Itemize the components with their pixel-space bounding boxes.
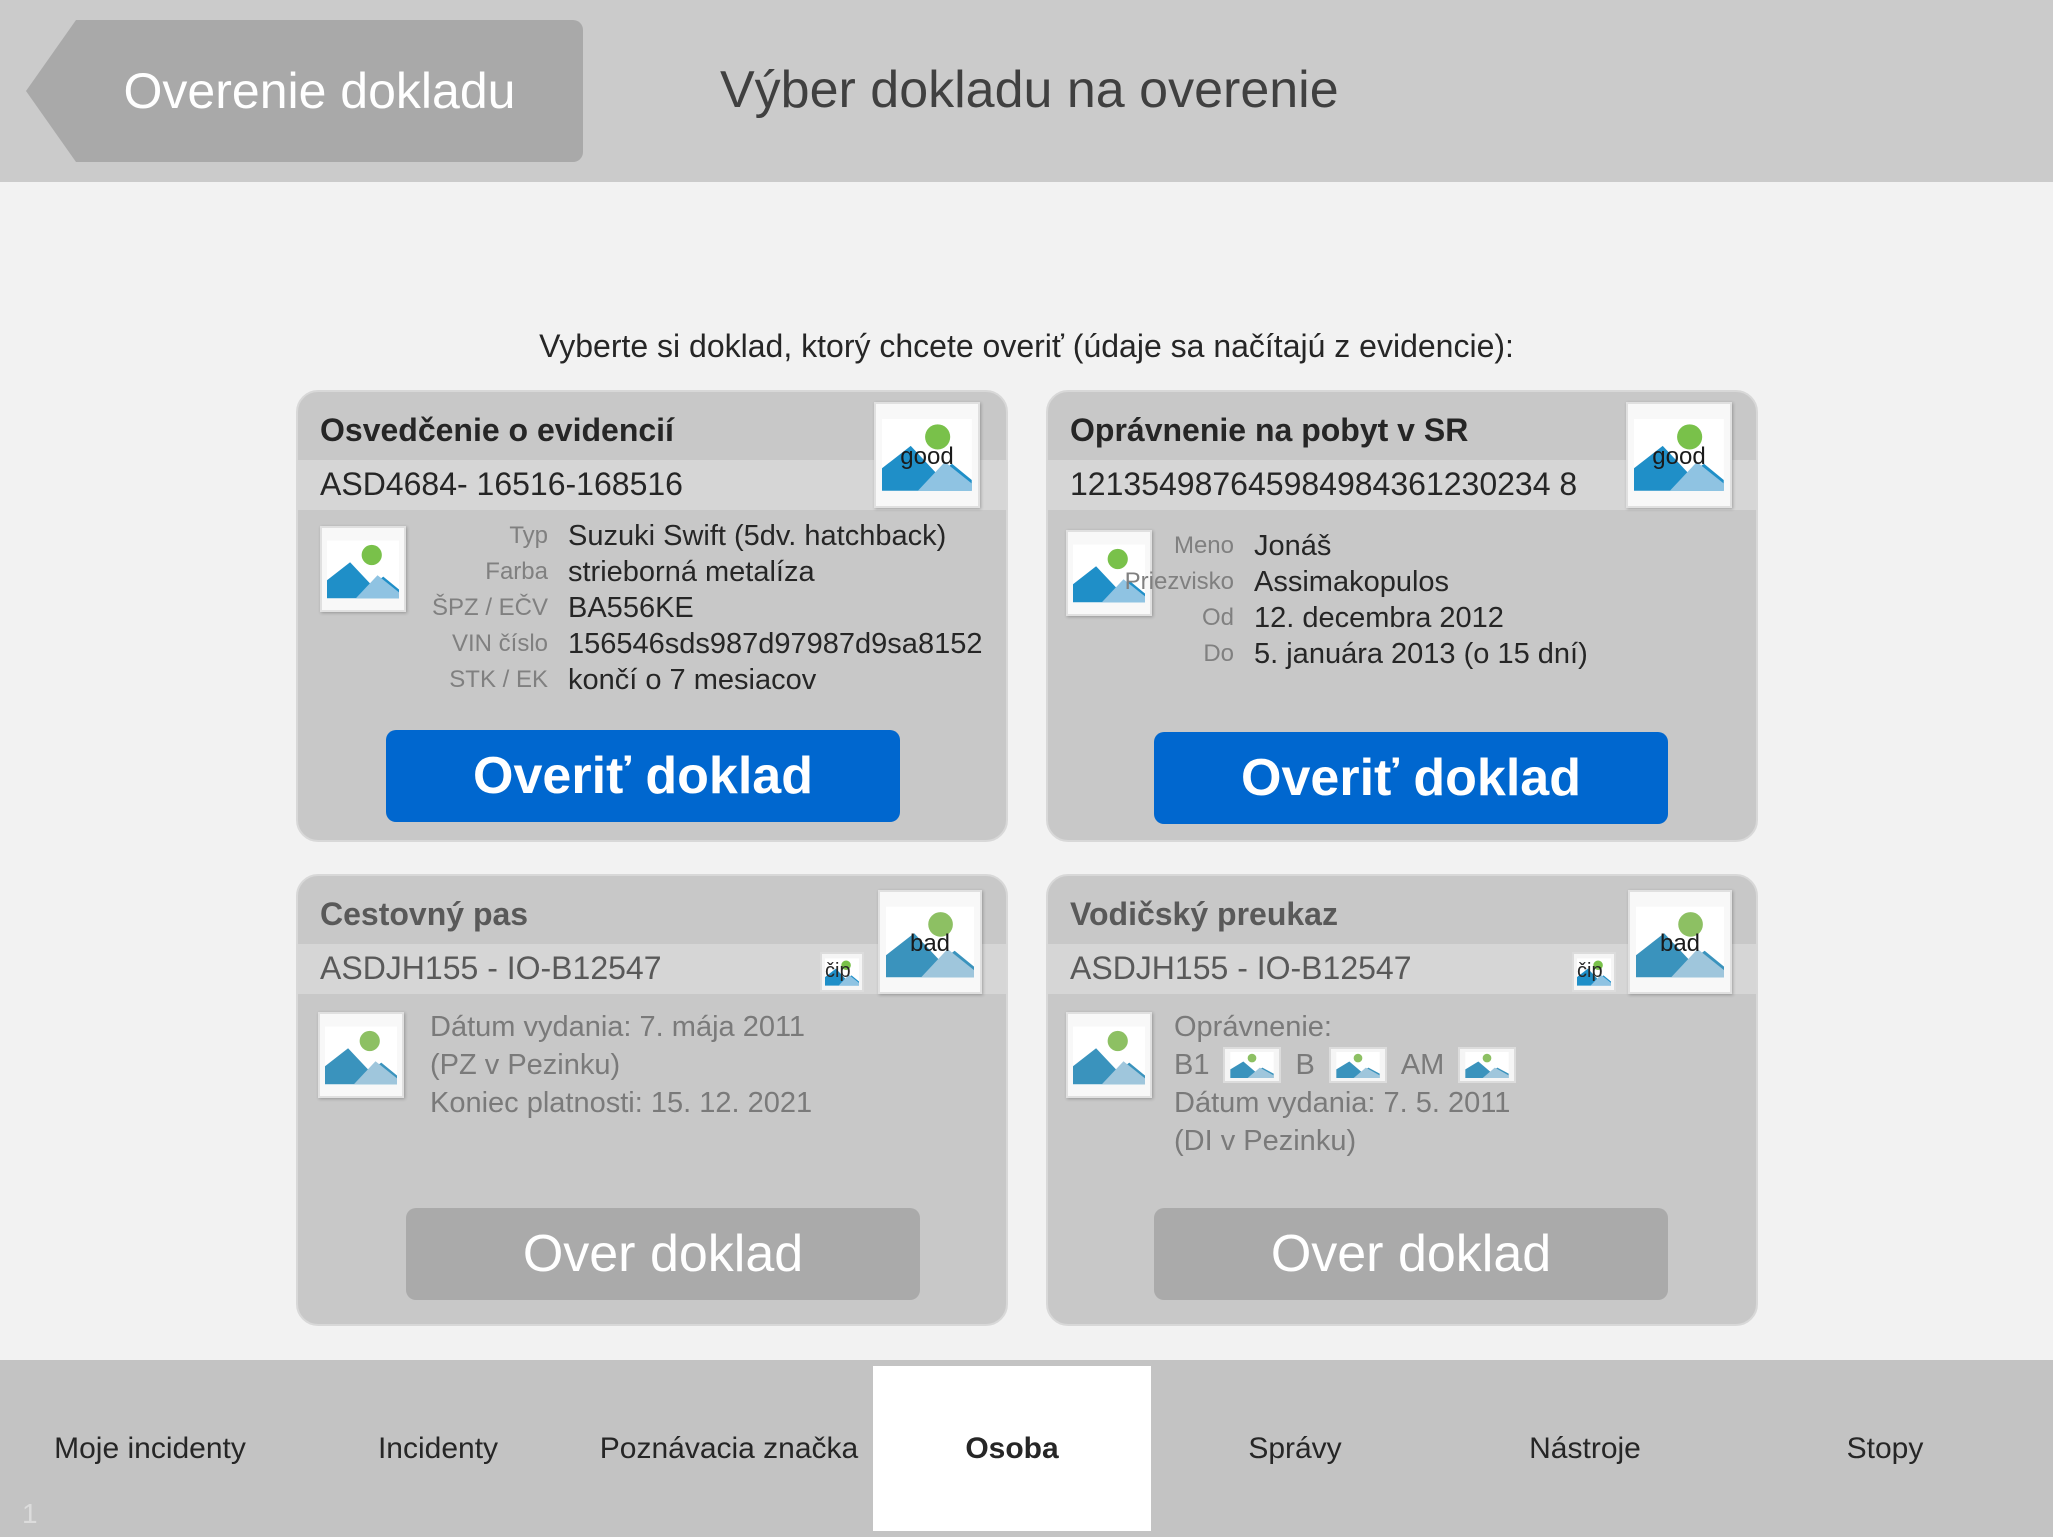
permit-am: AM xyxy=(1400,1049,1445,1081)
chip-tag: čip xyxy=(1577,960,1603,982)
detail-row-name: Meno Jonáš xyxy=(1116,528,1588,564)
permit-b-icon xyxy=(1328,1047,1387,1083)
nav-item-license-plate[interactable]: Poznávacia značka xyxy=(586,1360,872,1537)
back-button[interactable]: Overenie dokladu xyxy=(26,20,583,162)
field-label: Od xyxy=(1201,604,1234,631)
status-tag: good xyxy=(1652,442,1706,470)
field-label: Typ xyxy=(509,522,548,549)
field-label: VIN číslo xyxy=(451,630,548,657)
status-tag: bad xyxy=(1659,930,1701,957)
detail-row-vin: VIN číslo 156546sds987d97987d9sa8152 xyxy=(378,626,983,662)
field-value: Suzuki Swift (5dv. hatchback) xyxy=(568,520,947,552)
field-value: 5. januára 2013 (o 15 dní) xyxy=(1254,638,1588,670)
permit-b1: B1 xyxy=(1174,1049,1210,1081)
document-card-residence: Oprávnenie na pobyt v SR 121354987645984… xyxy=(1046,390,1758,842)
nav-item-my-incidents[interactable]: Moje incidenty xyxy=(10,1360,290,1537)
field-value: Assimakopulos xyxy=(1254,566,1450,598)
expiry-date: Koniec platnosti: 15. 12. 2021 xyxy=(430,1087,813,1119)
nav-item-incidents[interactable]: Incidenty xyxy=(300,1360,576,1537)
field-value: Jonáš xyxy=(1254,530,1332,562)
field-value: 156546sds987d97987d9sa8152 xyxy=(568,628,983,660)
status-bad-icon: bad xyxy=(1628,890,1732,994)
passport-details: Dátum vydania: 7. mája 2011 (PZ v Pezink… xyxy=(430,1008,812,1122)
issue-date: Dátum vydania: 7. 5. 2011 xyxy=(1174,1087,1511,1119)
detail-row-color: Farba strieborná metalíza xyxy=(378,554,982,590)
verify-passport-button[interactable]: Over doklad xyxy=(406,1208,920,1300)
license-details: Oprávnenie: B1 B AM Dátum vydania: 7. 5.… xyxy=(1174,1008,1530,1160)
residence-details: Meno Jonáš Priezvisko Assimakopulos Od 12. … xyxy=(1116,528,1588,672)
nav-item-traces[interactable]: Stopy xyxy=(1740,1360,2030,1537)
verify-registration-button[interactable]: Overiť doklad xyxy=(386,730,900,822)
issuer: (PZ v Pezinku) xyxy=(430,1049,621,1081)
bottom-nav: Moje incidenty Incidenty Poznávacia znač… xyxy=(0,1360,2053,1537)
detail-row-surname: Priezvisko Assimakopulos xyxy=(1116,564,1588,600)
permit-b: B xyxy=(1295,1049,1315,1081)
field-label: Meno xyxy=(1173,532,1234,559)
issue-date: Dátum vydania: 7. mája 2011 xyxy=(430,1011,806,1043)
nav-item-messages[interactable]: Správy xyxy=(1160,1360,1430,1537)
document-card-driving-license: Vodičský preukaz ASDJH155 - IO-B12547 či… xyxy=(1046,874,1758,1326)
instruction-text: Vyberte si doklad, ktorý chcete overiť (… xyxy=(539,328,1514,364)
vehicle-details: Typ Suzuki Swift (5dv. hatchback) Farba st… xyxy=(378,518,983,698)
nav-item-person[interactable]: Osoba xyxy=(873,1366,1151,1531)
document-card-registration: Osvedčenie o evidencií ASD4684- 16516-16… xyxy=(296,390,1008,842)
field-value: končí o 7 mesiacov xyxy=(568,664,817,696)
document-card-passport: Cestovný pas ASDJH155 - IO-B12547 čip ba… xyxy=(296,874,1008,1326)
chip-icon: čip xyxy=(1572,952,1616,992)
permit-list: B1 B AM xyxy=(1174,1046,1530,1084)
permit-am-icon xyxy=(1458,1047,1517,1083)
passport-photo-icon xyxy=(318,1012,404,1098)
status-good-icon: good xyxy=(874,402,980,508)
chip-tag: čip xyxy=(825,960,851,982)
status-good-icon: good xyxy=(1626,402,1732,508)
field-label: Do xyxy=(1203,640,1234,667)
field-value: 12. decembra 2012 xyxy=(1254,602,1504,634)
header-bar: Overenie dokladu Výber dokladu na overen… xyxy=(0,0,2053,182)
detail-row-to: Do 5. januára 2013 (o 15 dní) xyxy=(1116,636,1588,672)
chip-icon: čip xyxy=(820,952,864,992)
detail-row-plate: ŠPZ / EČV BA556KE xyxy=(378,590,982,626)
status-tag: good xyxy=(900,442,954,470)
detail-row-from: Od 12. decembra 2012 xyxy=(1116,600,1588,636)
field-label: ŠPZ / EČV xyxy=(431,594,548,621)
nav-item-tools[interactable]: Nástroje xyxy=(1440,1360,1730,1537)
permit-b1-icon xyxy=(1223,1047,1282,1083)
issuer: (DI v Pezinku) xyxy=(1174,1125,1357,1157)
detail-row-type: Typ Suzuki Swift (5dv. hatchback) xyxy=(378,518,982,554)
permit-label: Oprávnenie: xyxy=(1174,1011,1332,1043)
status-tag: bad xyxy=(909,930,951,957)
detail-row-stk: STK / EK končí o 7 mesiacov xyxy=(378,662,982,698)
field-value: strieborná metalíza xyxy=(568,556,815,588)
field-label: STK / EK xyxy=(449,666,548,693)
driver-photo-icon xyxy=(1066,1012,1152,1098)
page-number: 1 xyxy=(22,1498,38,1529)
field-label: Farba xyxy=(485,558,548,585)
back-button-label: Overenie dokladu xyxy=(123,63,516,119)
verify-residence-button[interactable]: Overiť doklad xyxy=(1154,732,1668,824)
status-bad-icon: bad xyxy=(878,890,982,994)
field-value: BA556KE xyxy=(568,592,694,624)
field-label: Priezvisko xyxy=(1124,568,1234,595)
verify-license-button[interactable]: Over doklad xyxy=(1154,1208,1668,1300)
page-title: Výber dokladu na overenie xyxy=(720,61,1339,119)
